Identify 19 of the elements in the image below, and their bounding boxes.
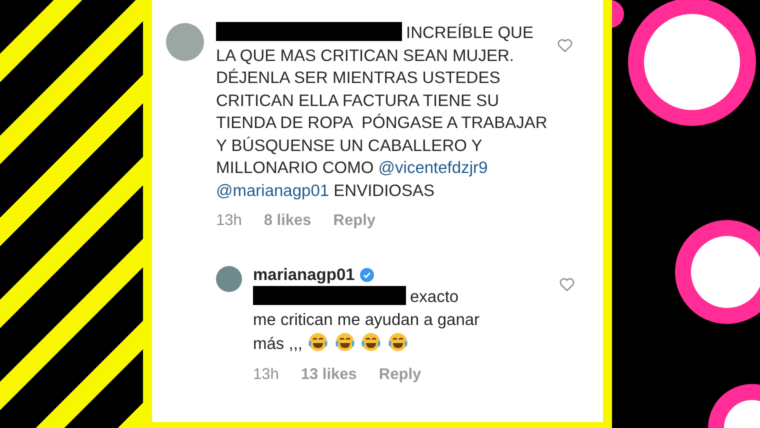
likes-link[interactable]: 13 likes xyxy=(300,366,357,384)
heart-icon[interactable] xyxy=(557,38,573,53)
timestamp: 13h xyxy=(253,366,279,384)
timestamp: 13h xyxy=(216,212,242,230)
username-link[interactable]: marianagp01 xyxy=(253,266,355,284)
avatar[interactable] xyxy=(166,23,204,61)
comment-text: exacto me critican me ayudan a ganar más ,,, xyxy=(253,286,481,355)
likes-link[interactable]: 8 likes xyxy=(264,212,312,230)
mention-link[interactable]: @vicentefdzjr9 xyxy=(378,159,488,177)
mention-link[interactable]: @marianagp01 xyxy=(216,182,330,200)
laughing-emoji-icon xyxy=(307,331,330,353)
laughing-emoji-icon xyxy=(334,331,356,353)
reply-link[interactable]: Reply xyxy=(378,366,422,384)
comment-text: INCREÍBLE QUE LA QUE MAS CRITICAN SEAN MUJER. DÉJENLA SER MIENTRAS USTEDES CRITICAN ELLA FACTURA TIENE SU TIENDA DE ROPA PÓNGASE A TRABAJAR Y BÚSQUENSE UN CABALLERO Y MILLONARIO COMO @vicentefdzjr9 @marianagp01 ENVIDIOSAS xyxy=(216,22,548,202)
reply-link[interactable]: Reply xyxy=(333,212,376,230)
laughing-emoji-icon xyxy=(386,331,409,353)
laughing-emoji-icon xyxy=(360,331,382,353)
heart-icon[interactable] xyxy=(559,277,575,292)
avatar[interactable] xyxy=(216,266,242,292)
